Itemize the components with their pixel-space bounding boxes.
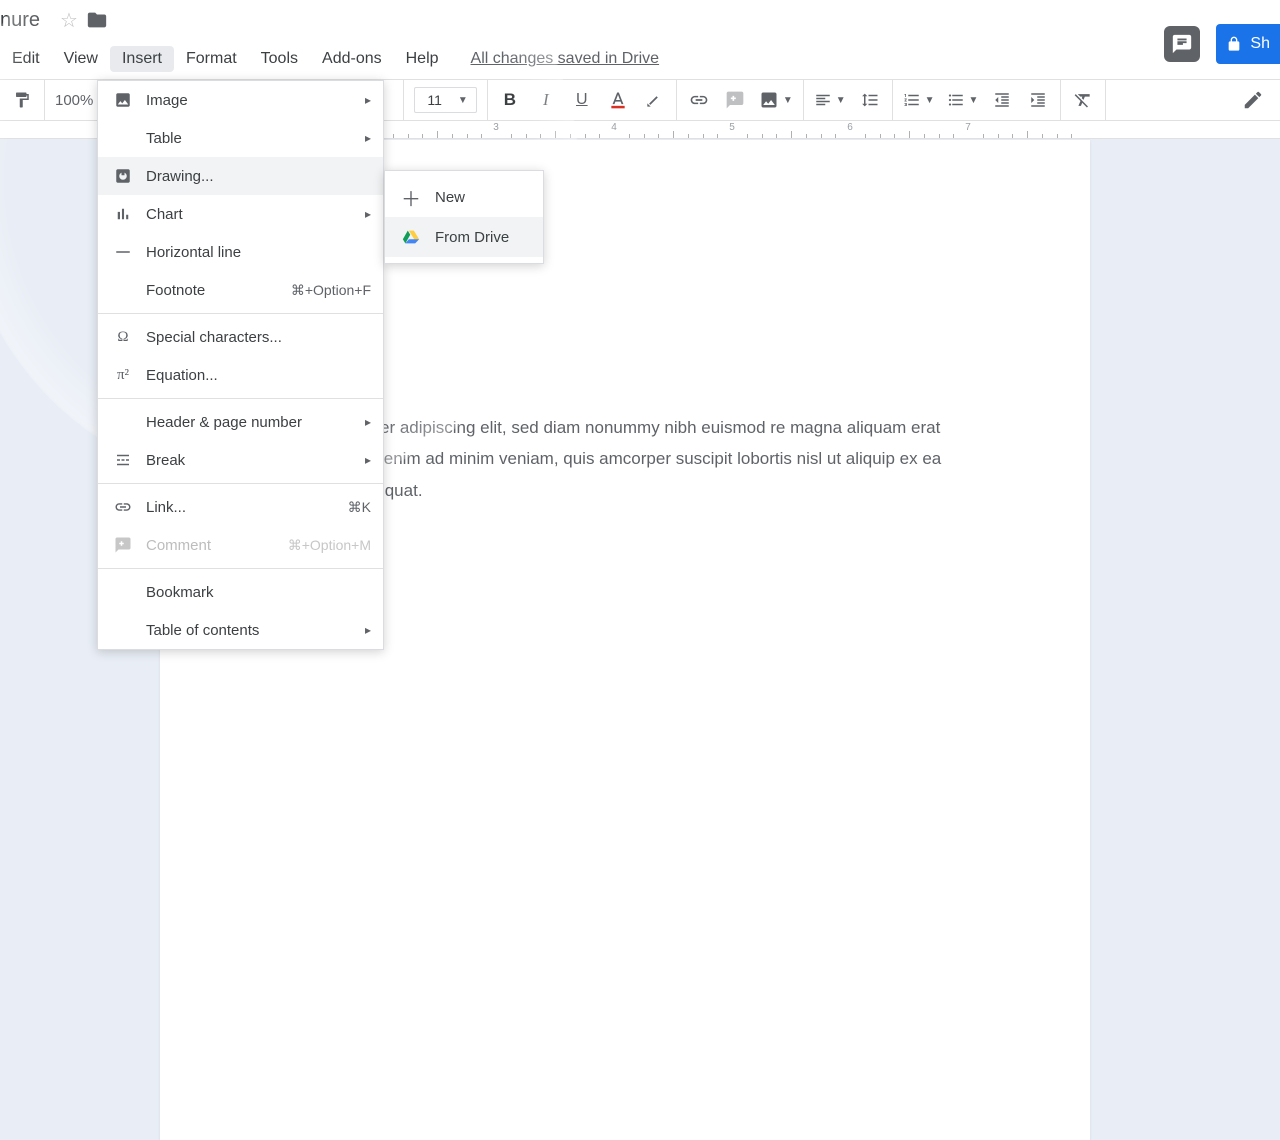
menu-item-label: Table xyxy=(146,130,365,147)
menu-tools[interactable]: Tools xyxy=(249,46,310,72)
document-title[interactable]: nure xyxy=(0,9,40,32)
numbered-list-button[interactable]: ▼ xyxy=(903,86,935,114)
clear-formatting-button[interactable] xyxy=(1071,86,1095,114)
add-comment-button[interactable] xyxy=(723,86,747,114)
menu-item-label: Header & page number xyxy=(146,414,365,431)
share-button[interactable]: Sh xyxy=(1216,24,1280,64)
menu-item-horizontal-line[interactable]: Horizontal line xyxy=(98,233,383,271)
drive-icon xyxy=(401,228,421,246)
highlight-color-button[interactable] xyxy=(642,86,666,114)
break-icon xyxy=(112,451,134,469)
underline-button[interactable]: U xyxy=(570,86,594,114)
link-icon xyxy=(112,498,134,516)
submenu-arrow-icon: ▸ xyxy=(365,131,371,145)
menu-item-header-page-number[interactable]: Header & page number ▸ xyxy=(98,403,383,441)
menu-item-table-of-contents[interactable]: Table of contents ▸ xyxy=(98,611,383,649)
chart-icon xyxy=(112,205,134,223)
menu-item-label: Drawing... xyxy=(146,168,371,185)
submenu-label: From Drive xyxy=(435,229,509,246)
open-comments-button[interactable] xyxy=(1164,26,1200,62)
pi-icon: π² xyxy=(112,367,134,384)
add-comment-icon xyxy=(112,536,134,554)
caret-down-icon: ▼ xyxy=(783,95,793,106)
keyboard-shortcut: ⌘+Option+F xyxy=(291,282,371,299)
zoom-select[interactable]: 100% xyxy=(55,92,93,109)
menu-item-label: Equation... xyxy=(146,367,371,384)
menu-item-image[interactable]: Image ▸ xyxy=(98,81,383,119)
star-icon[interactable]: ☆ xyxy=(60,8,78,33)
paint-format-button[interactable] xyxy=(10,86,34,114)
insert-link-button[interactable] xyxy=(687,86,711,114)
plus-icon: ＋ xyxy=(401,183,421,212)
menu-item-break[interactable]: Break ▸ xyxy=(98,441,383,479)
caret-down-icon: ▼ xyxy=(458,95,468,106)
submenu-arrow-icon: ▸ xyxy=(365,207,371,221)
line-spacing-button[interactable] xyxy=(858,86,882,114)
menu-view[interactable]: View xyxy=(52,46,110,72)
menu-item-chart[interactable]: Chart ▸ xyxy=(98,195,383,233)
menu-item-label: Table of contents xyxy=(146,622,365,639)
menu-separator xyxy=(98,483,383,484)
submenu-item-new[interactable]: ＋ New xyxy=(385,177,543,217)
menu-item-label: Chart xyxy=(146,206,365,223)
save-status-link[interactable]: All changes saved in Drive xyxy=(471,50,660,68)
font-size-value: 11 xyxy=(427,92,442,108)
image-icon xyxy=(112,91,134,109)
menu-item-label: Image xyxy=(146,92,365,109)
drawing-icon xyxy=(112,167,134,185)
menu-format[interactable]: Format xyxy=(174,46,249,72)
menu-item-bookmark[interactable]: Bookmark xyxy=(98,573,383,611)
increase-indent-button[interactable] xyxy=(1026,86,1050,114)
italic-button[interactable]: I xyxy=(534,86,558,114)
submenu-arrow-icon: ▸ xyxy=(365,623,371,637)
menu-item-footnote[interactable]: Footnote ⌘+Option+F xyxy=(98,271,383,309)
keyboard-shortcut: ⌘K xyxy=(348,499,371,516)
menu-item-label: Bookmark xyxy=(146,584,371,601)
decrease-indent-button[interactable] xyxy=(990,86,1014,114)
font-size-select[interactable]: 11 ▼ xyxy=(414,87,476,113)
menu-item-label: Comment xyxy=(146,537,288,554)
menu-item-table[interactable]: Table ▸ xyxy=(98,119,383,157)
submenu-label: New xyxy=(435,189,465,206)
editing-mode-button[interactable] xyxy=(1242,86,1280,114)
submenu-arrow-icon: ▸ xyxy=(365,93,371,107)
bold-button[interactable]: B xyxy=(498,86,522,114)
submenu-arrow-icon: ▸ xyxy=(365,453,371,467)
insert-menu-dropdown: Image ▸ Table ▸ Drawing... Chart ▸ Horiz… xyxy=(97,80,384,650)
submenu-arrow-icon: ▸ xyxy=(365,415,371,429)
menu-item-comment: Comment ⌘+Option+M xyxy=(98,526,383,564)
menu-item-label: Footnote xyxy=(146,282,291,299)
menu-insert[interactable]: Insert xyxy=(110,46,174,72)
text-color-button[interactable] xyxy=(606,86,630,114)
share-button-label: Sh xyxy=(1250,35,1270,53)
menu-item-label: Link... xyxy=(146,499,348,516)
folder-icon[interactable] xyxy=(86,9,108,31)
menu-item-special-characters[interactable]: Ω Special characters... xyxy=(98,318,383,356)
bulleted-list-button[interactable]: ▼ xyxy=(947,86,979,114)
menubar: Edit View Insert Format Tools Add-ons He… xyxy=(0,40,1280,78)
omega-icon: Ω xyxy=(112,329,134,346)
menu-separator xyxy=(98,313,383,314)
submenu-item-from-drive[interactable]: From Drive xyxy=(385,217,543,257)
menu-item-equation[interactable]: π² Equation... xyxy=(98,356,383,394)
menu-item-label: Horizontal line xyxy=(146,244,371,261)
horizontal-line-icon xyxy=(112,243,134,261)
menu-item-label: Special characters... xyxy=(146,329,371,346)
keyboard-shortcut: ⌘+Option+M xyxy=(288,537,371,554)
drawing-submenu: ＋ New From Drive xyxy=(384,170,544,264)
menu-item-drawing[interactable]: Drawing... xyxy=(98,157,383,195)
menu-item-label: Break xyxy=(146,452,365,469)
menu-edit[interactable]: Edit xyxy=(0,46,52,72)
menu-help[interactable]: Help xyxy=(394,46,451,72)
insert-image-button[interactable]: ▼ xyxy=(759,86,793,114)
lock-icon xyxy=(1226,36,1242,52)
menu-addons[interactable]: Add-ons xyxy=(310,46,394,72)
menu-item-link[interactable]: Link... ⌘K xyxy=(98,488,383,526)
align-button[interactable]: ▼ xyxy=(814,86,846,114)
menu-separator xyxy=(98,398,383,399)
menu-separator xyxy=(98,568,383,569)
